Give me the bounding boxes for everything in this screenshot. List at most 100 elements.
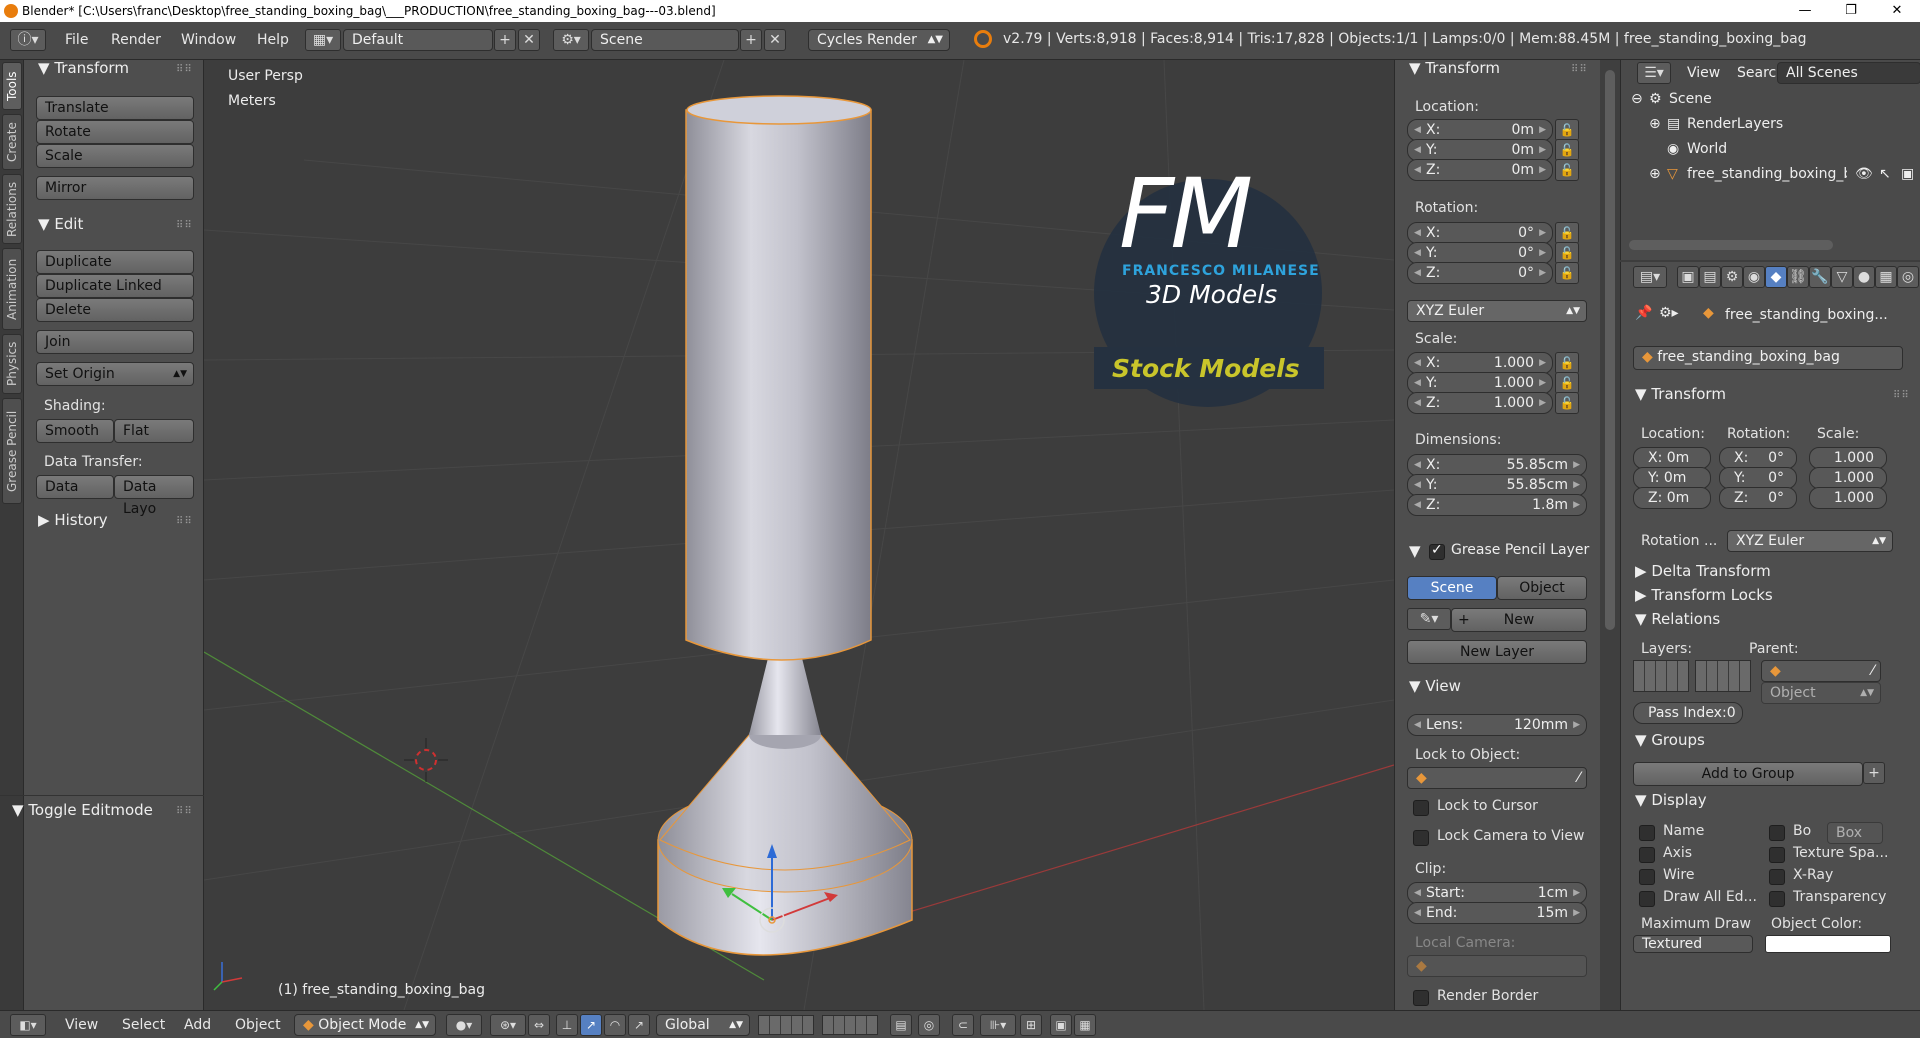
delete-button[interactable]: Delete [36, 298, 194, 322]
data-transfer-button[interactable]: Data [36, 475, 114, 499]
duplicate-linked-button[interactable]: Duplicate Linked [36, 274, 194, 298]
lock-camera-checkbox[interactable] [1413, 830, 1429, 846]
screen-layout-icon[interactable]: ▦▾ [305, 29, 341, 51]
gp-scene-button[interactable]: Scene [1407, 576, 1497, 600]
rotate-manipulator-icon[interactable]: ◠ [604, 1014, 626, 1036]
modifiers-tab-icon[interactable]: 🔧 [1809, 266, 1831, 288]
render-engine-select[interactable]: Cycles Render ▲▼ [808, 29, 950, 51]
menu-select[interactable]: Select [122, 1017, 165, 1033]
transform-panel-header[interactable]: ▼ Transform [38, 59, 129, 77]
translate-button[interactable]: Translate [36, 96, 194, 120]
world-tab-icon[interactable]: ◉ [1743, 266, 1765, 288]
panel-grip-icon[interactable]: ⠿⠿ [176, 64, 193, 75]
add-to-group-button[interactable]: Add to Group [1633, 762, 1863, 786]
gp-new-layer-button[interactable]: New Layer [1407, 640, 1587, 664]
parent-field[interactable]: ◆ ⁄ [1761, 660, 1881, 682]
opengl-animation-icon[interactable]: ▦ [1074, 1014, 1096, 1036]
orientation-select[interactable]: Global ▲▼ [656, 1014, 750, 1036]
plus-icon[interactable]: + [1863, 762, 1885, 784]
clip-start-field[interactable]: ◀ Start: 1cm ▶ [1407, 882, 1587, 904]
maximize-button[interactable]: ❐ [1828, 0, 1874, 22]
close-button[interactable]: ✕ [1874, 0, 1920, 22]
eyedropper-icon[interactable]: ⁄ [1872, 661, 1874, 681]
lock-icon[interactable]: 🔓 [1555, 119, 1579, 141]
lock-icon[interactable]: 🔓 [1555, 222, 1579, 244]
manipulate-center-icon[interactable]: ⇔ [528, 1014, 550, 1036]
outliner-item-renderlayers[interactable]: RenderLayers [1687, 116, 1783, 132]
manipulator-toggle-icon[interactable]: ⊥ [556, 1014, 578, 1036]
lock-icon[interactable]: 🔓 [1555, 372, 1579, 394]
tab-relations[interactable]: Relations [2, 174, 22, 244]
lock-icon[interactable]: 🔓 [1555, 159, 1579, 181]
render-border-checkbox[interactable] [1413, 990, 1429, 1006]
opengl-render-icon[interactable]: ▣ [1050, 1014, 1072, 1036]
props-loc-z[interactable]: Z: 0m [1633, 487, 1711, 509]
props-scale-y[interactable]: 1.000 [1809, 467, 1887, 489]
translate-manipulator-icon[interactable]: ↗ [580, 1014, 602, 1036]
lock-icon[interactable]: 🔓 [1555, 392, 1579, 414]
scene-layers-grid-2[interactable] [822, 1015, 878, 1035]
menu-render[interactable]: Render [111, 32, 161, 48]
props-rotation-mode-select[interactable]: XYZ Euler ▲▼ [1727, 530, 1893, 552]
view3d-editor-icon[interactable]: ◧▾ [10, 1014, 46, 1036]
transform-locks-header[interactable]: ▶ Transform Locks [1635, 586, 1773, 604]
outliner-editor-icon[interactable]: ☰▾ [1637, 62, 1671, 84]
smooth-button[interactable]: Smooth [36, 419, 114, 443]
eyedropper-icon[interactable]: ⁄ [1578, 768, 1580, 788]
npanel-transform-header[interactable]: ▼ Transform [1409, 59, 1500, 77]
cursor-select-icon[interactable]: ↖ [1879, 166, 1891, 182]
rotation-x-field[interactable]: ◀ X: 0° ▶ [1407, 222, 1553, 244]
outliner-hscrollbar[interactable] [1629, 240, 1833, 250]
gp-new-button[interactable]: + New [1451, 608, 1587, 632]
toggle-editmode-header[interactable]: ▼ Toggle Editmode [12, 801, 153, 819]
display-header[interactable]: ▼ Display [1635, 791, 1707, 809]
panel-grip-icon[interactable]: ⠿⠿ [176, 806, 193, 817]
grease-pencil-checkbox[interactable] [1429, 542, 1445, 560]
gp-object-button[interactable]: Object [1497, 576, 1587, 600]
axis-checkbox[interactable] [1639, 847, 1655, 863]
props-rot-z[interactable]: Z: 0° [1719, 487, 1797, 509]
layers-grid-2[interactable] [1695, 660, 1751, 692]
remove-scene-icon[interactable]: ✕ [764, 29, 786, 51]
tab-create[interactable]: Create [2, 114, 22, 170]
tab-grease-pencil[interactable]: Grease Pencil [2, 398, 22, 504]
viewport-shading-icon[interactable]: ●▾ [446, 1014, 482, 1036]
props-rot-x[interactable]: X: 0° [1719, 447, 1797, 469]
outliner-item-scene[interactable]: Scene [1669, 91, 1712, 107]
parent-type-select[interactable]: Object ▲▼ [1761, 682, 1881, 704]
props-loc-x[interactable]: X: 0m [1633, 447, 1711, 469]
add-layout-icon[interactable]: + [494, 29, 516, 51]
scale-y-field[interactable]: ◀ Y: 1.000 ▶ [1407, 372, 1553, 394]
texture-tab-icon[interactable]: ▦ [1875, 266, 1897, 288]
join-button[interactable]: Join [36, 330, 194, 354]
location-y-field[interactable]: ◀ Y: 0m ▶ [1407, 139, 1553, 161]
rotation-y-field[interactable]: ◀ Y: 0° ▶ [1407, 242, 1553, 264]
lock-object-field[interactable]: ◆ ⁄ [1407, 767, 1587, 789]
proportional-edit-icon[interactable]: ◎ [918, 1014, 940, 1036]
dimension-y-field[interactable]: ◀ Y: 55.85cm ▶ [1407, 474, 1587, 496]
location-z-field[interactable]: ◀ Z: 0m ▶ [1407, 159, 1553, 181]
outliner-item-world[interactable]: World [1687, 141, 1727, 157]
view-panel-header[interactable]: ▼ View [1409, 677, 1461, 695]
lock-icon[interactable]: 🔓 [1555, 139, 1579, 161]
render-camera-icon[interactable]: ▣ [1901, 166, 1914, 182]
pass-index-field[interactable]: Pass Index:0 [1633, 702, 1743, 724]
region-scrollbar[interactable] [1600, 60, 1620, 1010]
pin-icon[interactable]: 📌 [1635, 305, 1652, 321]
rotation-mode-select[interactable]: XYZ Euler ▲▼ [1407, 300, 1587, 322]
lock-layers-icon[interactable]: ▤ [890, 1014, 912, 1036]
panel-grip-icon[interactable]: ⠿⠿ [1571, 64, 1588, 75]
grease-pencil-header[interactable]: ▼ [1409, 542, 1421, 560]
info-editor-type-icon[interactable]: ⓘ▾ [10, 29, 46, 51]
lens-field[interactable]: ◀ Lens: 120mm ▶ [1407, 714, 1587, 736]
edit-panel-header[interactable]: ▼ Edit [38, 215, 83, 233]
props-transform-header[interactable]: ▼ Transform [1635, 385, 1726, 403]
scrollbar-thumb[interactable] [1605, 70, 1615, 630]
menu-file[interactable]: File [65, 32, 88, 48]
outliner-item-object[interactable]: free_standing_boxing_bag [1687, 166, 1847, 182]
data-layout-button[interactable]: Data Layo [114, 475, 194, 517]
properties-editor-icon[interactable]: ▤▾ [1633, 266, 1667, 288]
location-x-field[interactable]: ◀ X: 0m ▶ [1407, 119, 1553, 141]
name-checkbox[interactable] [1639, 825, 1655, 841]
rotation-z-field[interactable]: ◀ Z: 0° ▶ [1407, 262, 1553, 284]
